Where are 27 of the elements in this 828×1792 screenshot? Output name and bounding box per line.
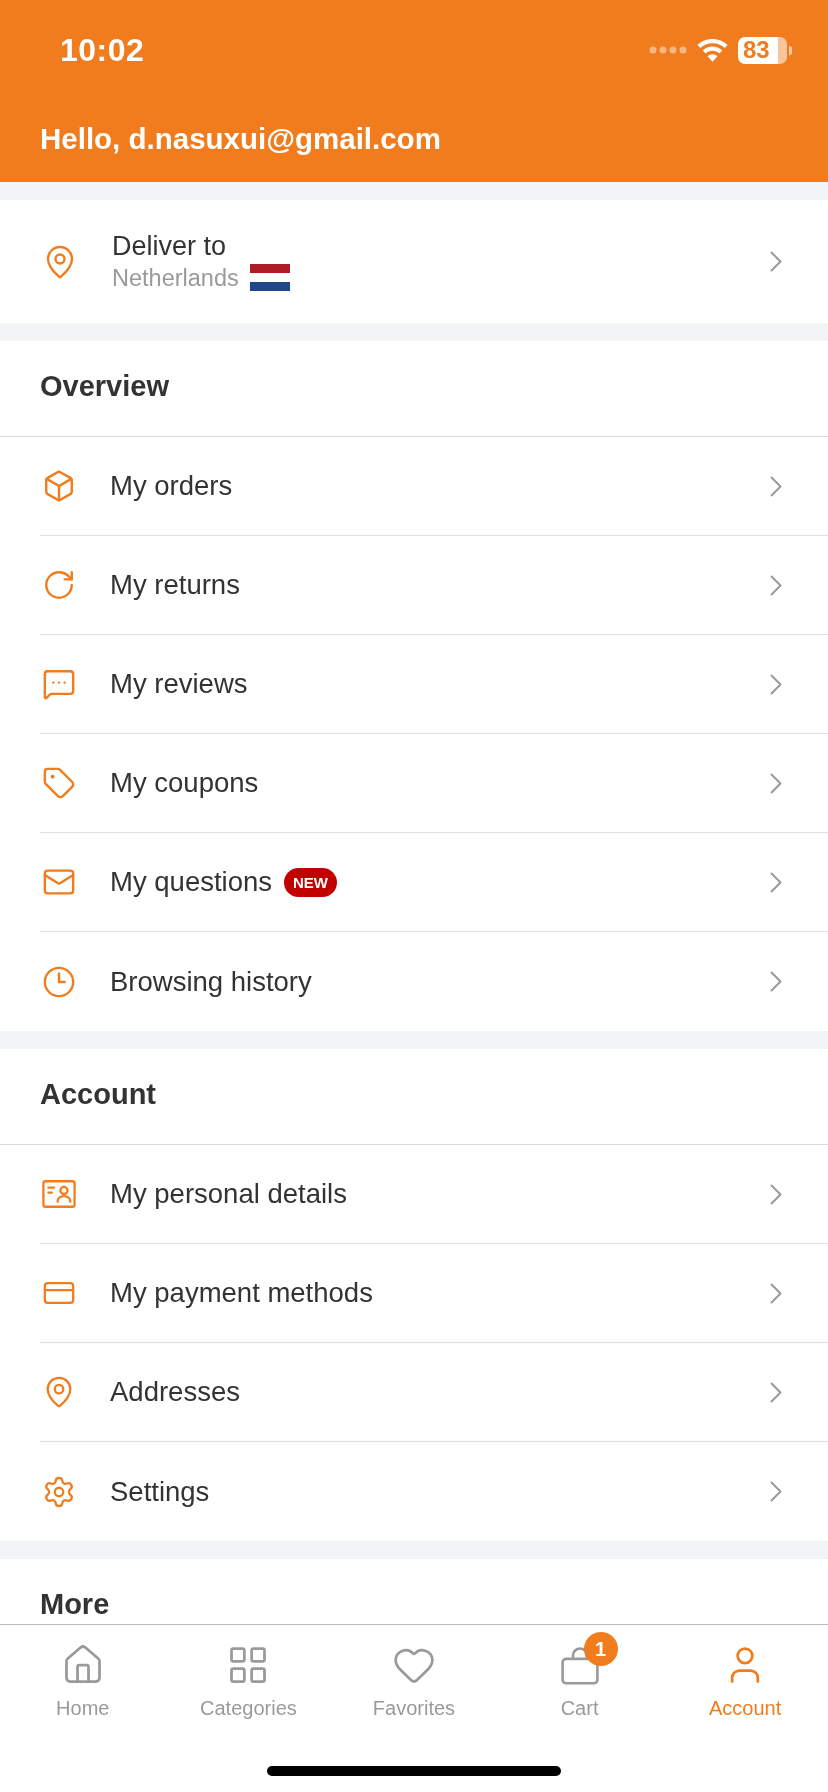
chevron-right-icon [770, 971, 782, 992]
wifi-icon [697, 38, 728, 62]
greeting-text: Hello, d.nasuxui@gmail.com [39, 121, 441, 157]
chevron-right-icon [770, 1481, 782, 1502]
deliver-to-label: Deliver to [112, 229, 227, 262]
new-badge: NEW [284, 867, 338, 897]
tag-icon [42, 766, 76, 800]
clock-icon [42, 964, 76, 999]
status-time: 10:02 [60, 31, 145, 69]
chevron-right-icon [770, 1381, 782, 1403]
flag-icon [249, 264, 290, 291]
country-name: Netherlands [112, 263, 239, 293]
box-icon [42, 469, 76, 503]
id-card-icon [42, 1179, 76, 1209]
chevron-right-icon [770, 772, 782, 794]
chevron-right-icon [770, 1282, 782, 1304]
chevron-right-icon [770, 574, 782, 596]
refresh-icon [42, 568, 76, 602]
chevron-right-icon [770, 1183, 782, 1205]
speech-bubble-icon [42, 667, 76, 701]
battery-percentage: 83 [738, 36, 787, 64]
signal-icon [649, 46, 687, 54]
chevron-right-icon [770, 251, 782, 272]
count-badge: 1 [583, 1632, 618, 1666]
chevron-right-icon [770, 673, 782, 695]
chevron-right-icon [770, 871, 782, 893]
chevron-right-icon [770, 475, 782, 497]
